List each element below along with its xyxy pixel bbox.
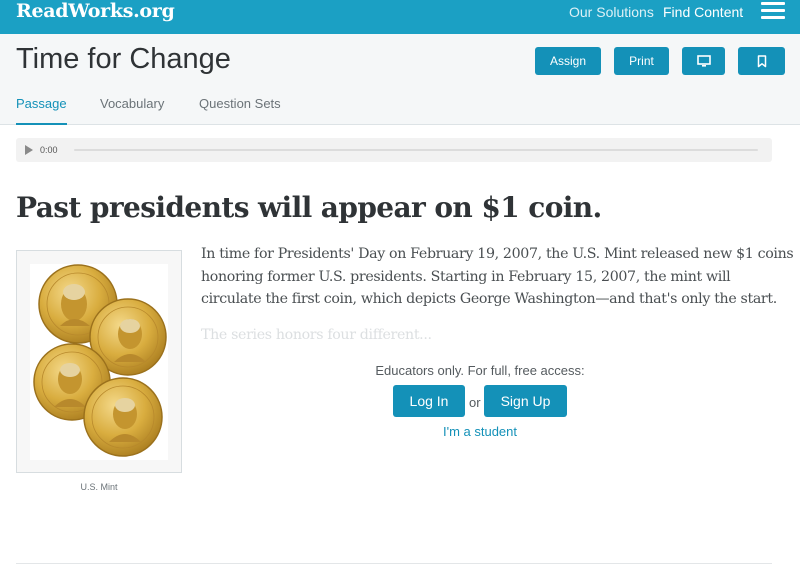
presidential-coins-image (30, 264, 168, 460)
passage-line: In time for Presidents' Day on February … (201, 246, 794, 262)
nav-find-content[interactable]: Find Content (663, 4, 743, 20)
print-button[interactable]: Print (614, 47, 669, 75)
readworks-logo[interactable]: ReadWorks.org (16, 0, 175, 22)
passage-line: circulate the first coin, which depicts … (201, 291, 777, 307)
page-title: Time for Change (16, 43, 231, 75)
content-tabs: Passage Vocabulary Question Sets (0, 96, 800, 125)
passage-text: In time for Presidents' Day on February … (201, 243, 794, 311)
bottom-divider (16, 563, 772, 564)
article-headline: Past presidents will appear on $1 coin. (16, 191, 602, 224)
bookmark-button[interactable] (738, 47, 785, 75)
audio-progress-track[interactable] (74, 149, 758, 151)
or-separator: or (469, 395, 481, 410)
title-bar: Time for Change Assign Print Passage Voc… (0, 34, 800, 125)
tab-vocabulary[interactable]: Vocabulary (100, 96, 164, 125)
monitor-icon (696, 55, 711, 67)
passage-line: honoring former U.S. presidents. Startin… (201, 268, 731, 285)
article-image-frame (16, 250, 182, 473)
bookmark-icon (757, 55, 766, 68)
log-in-button[interactable]: Log In (393, 385, 465, 417)
top-navigation-bar: ReadWorks.org Our Solutions Find Content (0, 0, 800, 34)
faded-passage-line: The series honors four different... (201, 327, 432, 343)
sign-up-button[interactable]: Sign Up (484, 385, 567, 417)
educators-only-message: Educators only. For full, free access: (375, 363, 585, 378)
image-caption: U.S. Mint (80, 482, 118, 492)
audio-player: 0:00 (16, 138, 772, 162)
tab-passage[interactable]: Passage (16, 96, 67, 125)
present-button[interactable] (682, 47, 725, 75)
play-icon[interactable] (25, 145, 33, 155)
assign-button[interactable]: Assign (535, 47, 601, 75)
nav-our-solutions[interactable]: Our Solutions (569, 4, 654, 20)
student-link[interactable]: I'm a student (380, 424, 580, 440)
madison-coin (83, 377, 163, 457)
hamburger-menu-icon[interactable] (761, 1, 785, 21)
tab-question-sets[interactable]: Question Sets (199, 96, 281, 125)
audio-time: 0:00 (40, 145, 58, 155)
